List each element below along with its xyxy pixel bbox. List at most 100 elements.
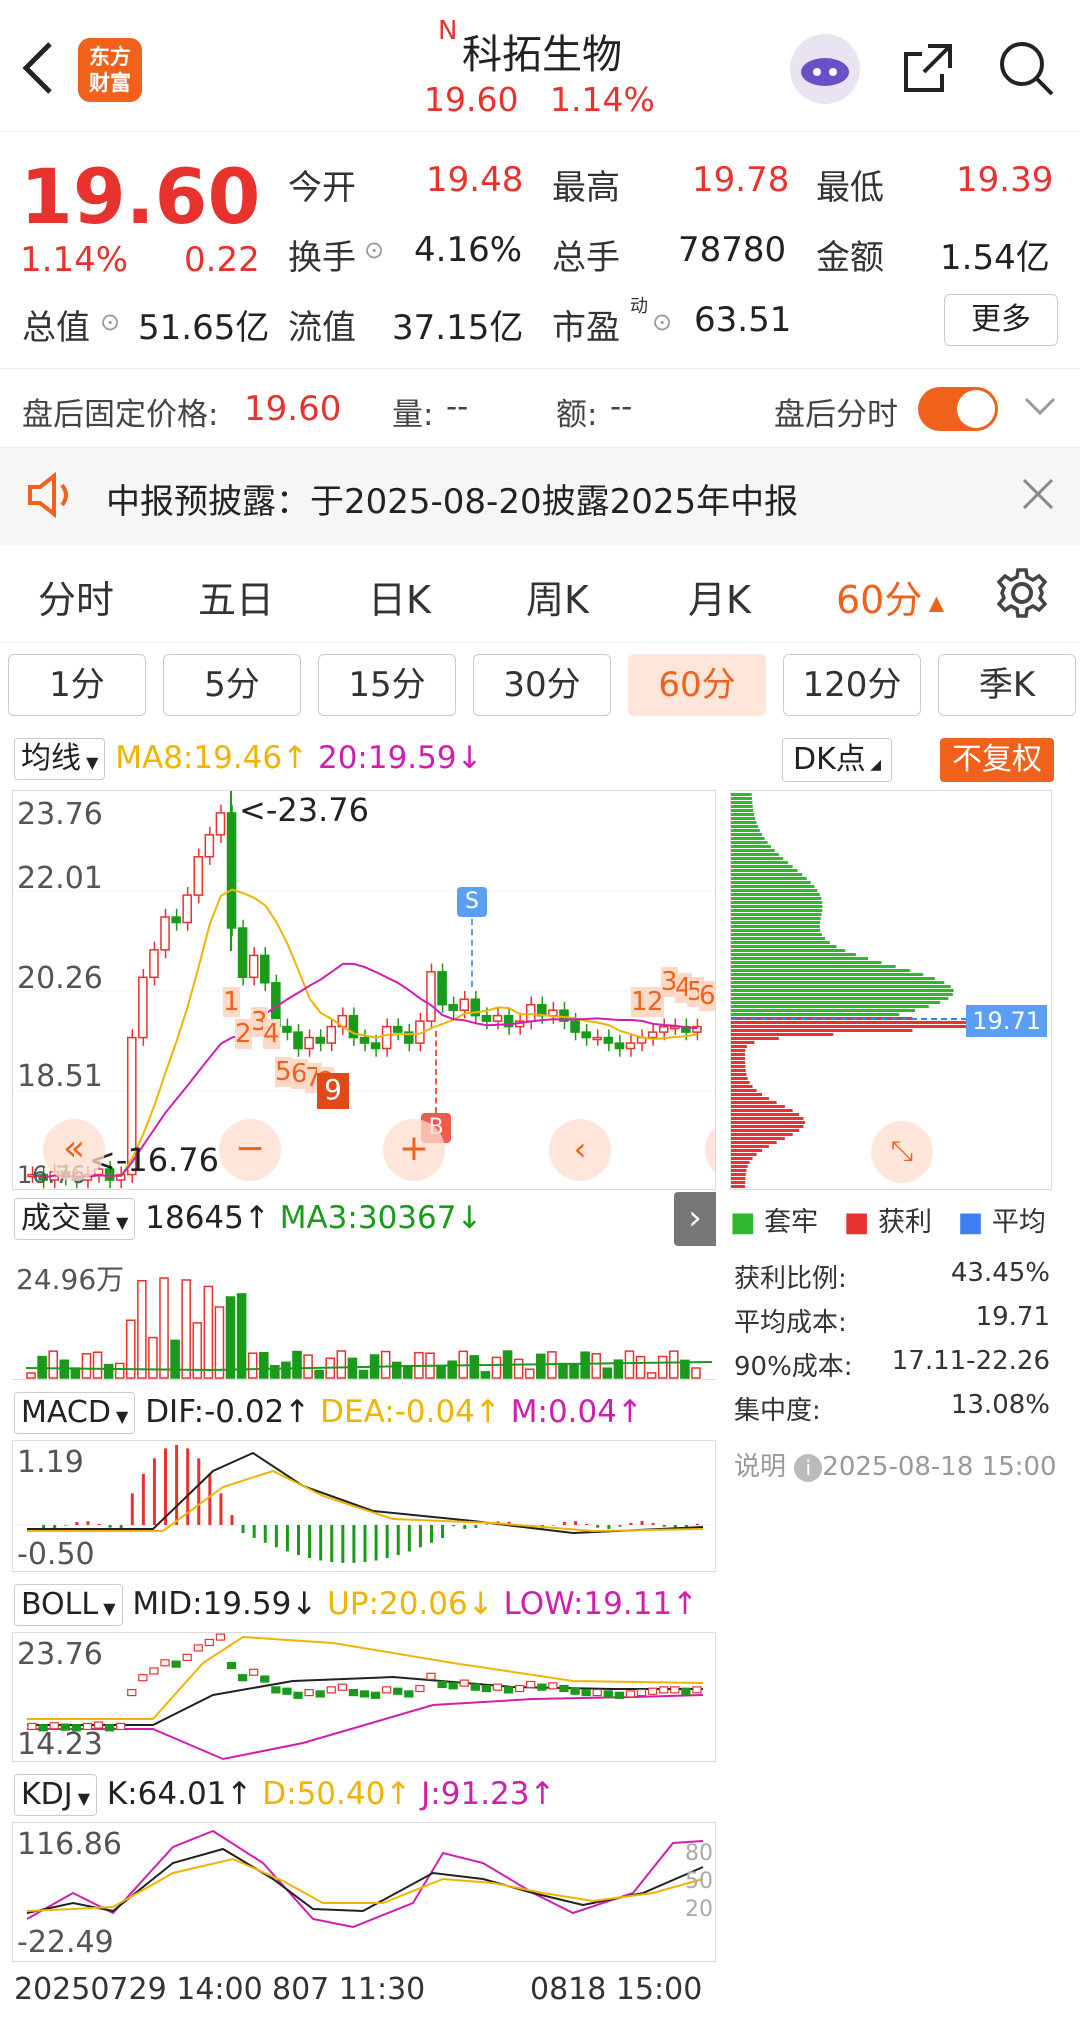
macd-dif: DIF:-0.02 xyxy=(145,1394,285,1430)
volume-bar xyxy=(148,1336,158,1379)
chip-bar xyxy=(731,809,754,812)
after-hours-toggle-label: 盘后分时 xyxy=(774,397,898,433)
back-icon[interactable] xyxy=(18,38,58,98)
after-hours-amt: -- xyxy=(610,389,633,425)
chip-bar xyxy=(731,1057,746,1060)
chip-bar xyxy=(731,1069,746,1072)
macd-selector[interactable]: MACD ▼ xyxy=(14,1392,136,1434)
boll-candle xyxy=(127,1688,137,1697)
dk-point-selector[interactable]: DK点 ◢ xyxy=(782,738,892,782)
boll-low-line xyxy=(27,1694,704,1761)
tab-day-k[interactable]: 日K xyxy=(368,569,431,624)
period-5min[interactable]: 5分 xyxy=(163,654,301,716)
scroll-left-button[interactable]: ‹ xyxy=(549,1119,611,1181)
scroll-start-button[interactable]: « xyxy=(43,1119,105,1181)
avg-cost-tag: 19.71 xyxy=(966,1005,1047,1037)
tab-week-k[interactable]: 周K xyxy=(526,569,589,624)
period-15min[interactable]: 15分 xyxy=(318,654,456,716)
volume-bar xyxy=(491,1356,502,1379)
chip-bar xyxy=(731,1073,747,1076)
gear-icon[interactable] xyxy=(996,567,1048,623)
tab-month-k[interactable]: 月K xyxy=(688,569,751,624)
chip-bar xyxy=(731,1037,779,1040)
period-30min[interactable]: 30分 xyxy=(473,654,611,716)
mcap-label: 总值 xyxy=(22,308,90,348)
zoom-in-button[interactable]: + xyxy=(383,1119,445,1181)
boll-candle xyxy=(293,1691,303,1699)
period-60min[interactable]: 60分 xyxy=(628,654,766,716)
more-button[interactable]: 更多 xyxy=(944,294,1058,346)
chip-bar xyxy=(731,909,823,912)
volume-bar xyxy=(270,1365,280,1379)
macd-dif-line xyxy=(27,1451,704,1535)
tab-five-day[interactable]: 五日 xyxy=(198,569,274,624)
open-value: 19.48 xyxy=(426,160,524,200)
chip-bar xyxy=(731,961,882,964)
tab-timeshare[interactable]: 分时 xyxy=(38,569,114,624)
macd-indicator-row: MACD ▼ DIF:-0.02↑ DEA:-0.04↑ M:0.04↑ xyxy=(14,1392,643,1434)
after-hours-toggle[interactable] xyxy=(918,387,998,431)
chip-bar xyxy=(731,1113,800,1116)
volume-bar xyxy=(258,1351,269,1379)
chip-distribution-chart[interactable]: 19.71 ⤡ xyxy=(730,790,1052,1190)
chevron-down-icon[interactable] xyxy=(1022,391,1058,425)
candle-body xyxy=(370,1042,381,1050)
chip-bar xyxy=(731,921,821,924)
search-icon[interactable] xyxy=(996,38,1056,98)
restore-toggle[interactable]: 不复权 xyxy=(940,738,1054,782)
period-1min[interactable]: 1分 xyxy=(8,654,146,716)
volume-bar xyxy=(203,1285,214,1379)
after-hours-vol-label: 量: xyxy=(392,397,434,433)
boll-candle xyxy=(171,1660,181,1668)
period-quarter-k[interactable]: 季K xyxy=(938,654,1076,716)
boll-candle xyxy=(326,1686,336,1694)
kdj-j-line xyxy=(26,1829,704,1929)
volume-bar xyxy=(137,1279,147,1379)
info-icon[interactable]: ⊙ xyxy=(364,236,384,264)
kline-chart[interactable]: 23.76 22.01 20.26 18.51 16.76 <-23.76 <-… xyxy=(12,790,716,1190)
zoom-out-button[interactable]: − xyxy=(219,1119,281,1181)
candle-body xyxy=(548,1009,558,1017)
boll-candle xyxy=(382,1686,392,1694)
boll-selector[interactable]: BOLL ▼ xyxy=(14,1584,123,1626)
chip-bar xyxy=(731,1165,748,1168)
open-label: 今开 xyxy=(288,168,356,208)
ma-selector[interactable]: 均线 ▼ xyxy=(14,738,106,780)
sell-signal[interactable]: S xyxy=(457,887,487,917)
candle-body xyxy=(381,1025,392,1050)
volume-bar xyxy=(536,1353,546,1379)
info-icon[interactable]: ⊙ xyxy=(100,308,120,336)
volume-bar xyxy=(403,1364,413,1379)
chip-bar xyxy=(731,1117,804,1120)
candle-body xyxy=(658,1025,669,1033)
chip-bar xyxy=(731,1089,757,1092)
candle-body xyxy=(492,1014,503,1022)
boll-candle xyxy=(614,1691,625,1699)
kdj-j-arrow: ↑ xyxy=(529,1776,556,1812)
volume-indicator-row: 成交量 ▼ 18645↑ MA3:30367↓ xyxy=(14,1198,482,1240)
chip-note[interactable]: 说明 i 2025-08-18 15:00 xyxy=(734,1446,1057,1483)
volume-selector[interactable]: 成交量 ▼ xyxy=(14,1198,136,1240)
volume-bar xyxy=(524,1368,535,1379)
volume-bar xyxy=(303,1354,313,1379)
candle-body xyxy=(392,1025,403,1033)
chip-bar xyxy=(731,929,821,932)
expand-icon[interactable]: ⤡ xyxy=(871,1121,933,1183)
info-icon[interactable]: ⊙ xyxy=(652,308,672,336)
kdj-selector[interactable]: KDJ ▼ xyxy=(14,1774,98,1816)
boll-candle xyxy=(692,1686,702,1694)
period-120min[interactable]: 120分 xyxy=(783,654,921,716)
tab-60min[interactable]: 60分 ▲ xyxy=(836,569,944,624)
macd-dea-line xyxy=(27,1469,704,1533)
chip-bar xyxy=(731,1141,777,1144)
volume-bar xyxy=(480,1371,491,1379)
assistant-avatar-icon[interactable] xyxy=(790,34,860,104)
announcement-banner[interactable]: 中报预披露：于2025-08-20披露2025年中报 xyxy=(0,448,1080,545)
current-price: 19.60 xyxy=(20,152,261,241)
chip-bar xyxy=(731,905,823,908)
close-icon[interactable] xyxy=(1020,476,1056,516)
share-icon[interactable] xyxy=(898,38,958,98)
chip-bar xyxy=(731,801,753,804)
expand-right-icon[interactable]: › xyxy=(674,1192,716,1246)
boll-candle xyxy=(260,1675,270,1683)
